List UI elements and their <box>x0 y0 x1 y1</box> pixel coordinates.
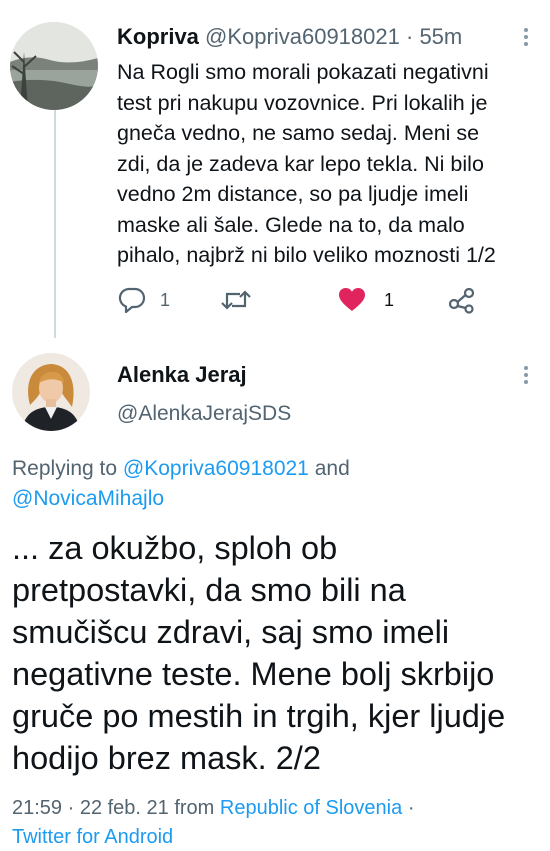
avatar-kopriva[interactable] <box>10 22 98 110</box>
avatar-landscape-image <box>10 22 98 110</box>
tweet-text-line: pihalo, najbrž ni bilo veliko moznosti 1… <box>117 243 496 267</box>
tweet-text-line: hodijo brez mask. 2/2 <box>12 740 321 776</box>
author-name[interactable]: Kopriva <box>117 24 199 49</box>
tweet-time[interactable]: 55m <box>419 24 462 49</box>
replying-and: and <box>314 457 350 480</box>
more-options-icon[interactable] <box>524 366 530 387</box>
tweet1-header: Kopriva @Kopriva60918021 · 55m <box>117 24 462 50</box>
tweet-text-line: vedno 2m distance, so pa ljudje imeli <box>117 182 469 206</box>
tweet-text-line: smučišcu zdravi, saj smo imeli <box>12 614 450 650</box>
author-handle[interactable]: @AlenkaJerajSDS <box>117 402 291 426</box>
mention-link[interactable]: @NovicaMihajlo <box>12 487 164 510</box>
replying-prefix: Replying to <box>12 457 118 480</box>
header-separator: · <box>405 24 414 49</box>
tweet-text-line: gneča vedno, ne samo sedaj. Meni se <box>117 121 480 145</box>
retweet-button[interactable] <box>220 284 252 316</box>
source-link[interactable]: Twitter for Android <box>12 823 173 851</box>
tweet-text-line: maske ali šale. Glede na to, da malo <box>117 212 465 237</box>
like-button[interactable]: 1 <box>338 284 394 316</box>
tweet2-text: ... za okužbo, sploh ob pretpostavki, da… <box>12 527 505 779</box>
tweet-text-line: ... za okužbo, sploh ob <box>12 530 338 566</box>
author-handle[interactable]: @Kopriva60918021 <box>205 24 400 49</box>
tweet-text-line: test pri nakupu vozovnice. Pri lokalih j… <box>117 90 488 115</box>
share-button[interactable] <box>447 284 477 316</box>
share-nodes-icon <box>448 287 475 314</box>
heart-icon <box>339 288 365 311</box>
tweet1-action-bar: 1 1 <box>117 284 537 316</box>
metadata-separator: · <box>407 797 415 819</box>
thread-connector-line <box>54 108 56 338</box>
location-link[interactable]: Republic of Slovenia <box>220 797 402 819</box>
more-options-icon[interactable] <box>524 28 530 49</box>
reply-count: 1 <box>160 289 171 310</box>
tweet1-text: Na Rogli smo morali pokazati negativni t… <box>117 57 549 271</box>
tweet-text-line: gruče po mestih in trgih, kjer ljudje <box>12 698 506 734</box>
tweet-text-line: Na Rogli smo morali pokazati negativni <box>117 60 489 84</box>
avatar-portrait-image <box>12 353 90 431</box>
tweet-text-line: negativne teste. Mene bolj skrbijo <box>12 656 495 692</box>
retweet-arrows-icon <box>221 290 251 310</box>
replying-to: Replying to @Kopriva60918021 and @Novica… <box>12 454 350 514</box>
tweet-timestamp[interactable]: 21:59 · 22 feb. 21 from <box>12 797 214 819</box>
mention-link[interactable]: @Kopriva60918021 <box>123 457 309 480</box>
tweet-text-line: pretpostavki, da smo bili na <box>12 572 406 608</box>
tweet-metadata: 21:59 · 22 feb. 21 from Republic of Slov… <box>12 794 414 822</box>
speech-bubble-icon <box>118 287 146 314</box>
avatar-alenka-jeraj[interactable] <box>12 353 90 431</box>
tweet-text-line: zdi, da je zadeva kar lepo tekla. Ni bil… <box>117 151 484 176</box>
like-count: 1 <box>384 289 395 310</box>
author-name[interactable]: Alenka Jeraj <box>117 362 247 388</box>
reply-button[interactable]: 1 <box>117 284 170 316</box>
